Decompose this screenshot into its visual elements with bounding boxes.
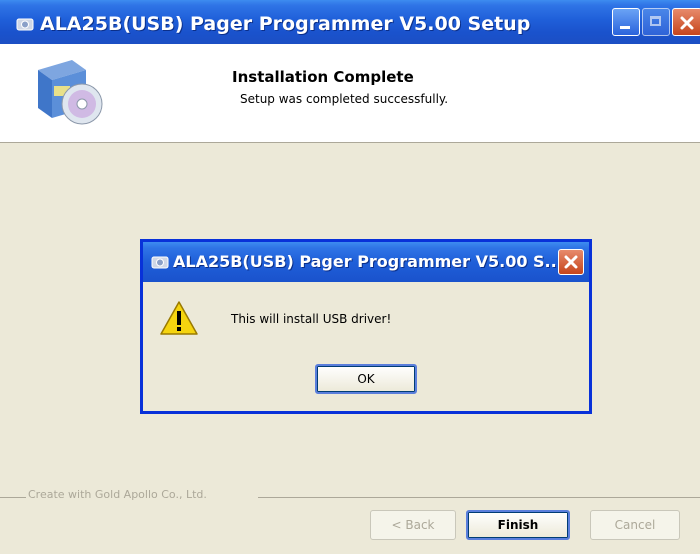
ok-button[interactable]: OK: [315, 364, 417, 394]
dialog-title-bar[interactable]: ALA25B(USB) Pager Programmer V5.00 S...: [143, 242, 589, 282]
dialog-close-button[interactable]: [558, 249, 584, 275]
minimize-button[interactable]: [612, 8, 640, 36]
dialog-message: This will install USB driver!: [231, 312, 392, 326]
usb-driver-message-box: ALA25B(USB) Pager Programmer V5.00 S... …: [140, 239, 592, 414]
dialog-title: ALA25B(USB) Pager Programmer V5.00 S...: [173, 252, 563, 271]
header-panel: Installation Complete Setup was complete…: [0, 44, 700, 143]
footer-divider-left: [0, 497, 26, 498]
header-title: Installation Complete: [232, 68, 414, 86]
branding-text: Create with Gold Apollo Co., Ltd.: [28, 488, 207, 501]
app-icon: [151, 256, 169, 269]
warning-icon: [160, 301, 198, 335]
window-title: ALA25B(USB) Pager Programmer V5.00 Setup: [40, 13, 531, 35]
close-icon: [680, 16, 694, 30]
back-button[interactable]: < Back: [370, 510, 456, 540]
app-icon: [16, 18, 34, 31]
main-title-bar[interactable]: ALA25B(USB) Pager Programmer V5.00 Setup: [0, 0, 700, 44]
cancel-button[interactable]: Cancel: [590, 510, 680, 540]
footer-divider-right: [258, 497, 700, 498]
maximize-button: [642, 8, 670, 36]
close-icon: [564, 255, 578, 269]
header-subtitle: Setup was completed successfully.: [240, 92, 449, 106]
setup-cd-box-icon: [38, 60, 103, 125]
close-button[interactable]: [672, 8, 700, 36]
finish-button[interactable]: Finish: [466, 510, 570, 540]
